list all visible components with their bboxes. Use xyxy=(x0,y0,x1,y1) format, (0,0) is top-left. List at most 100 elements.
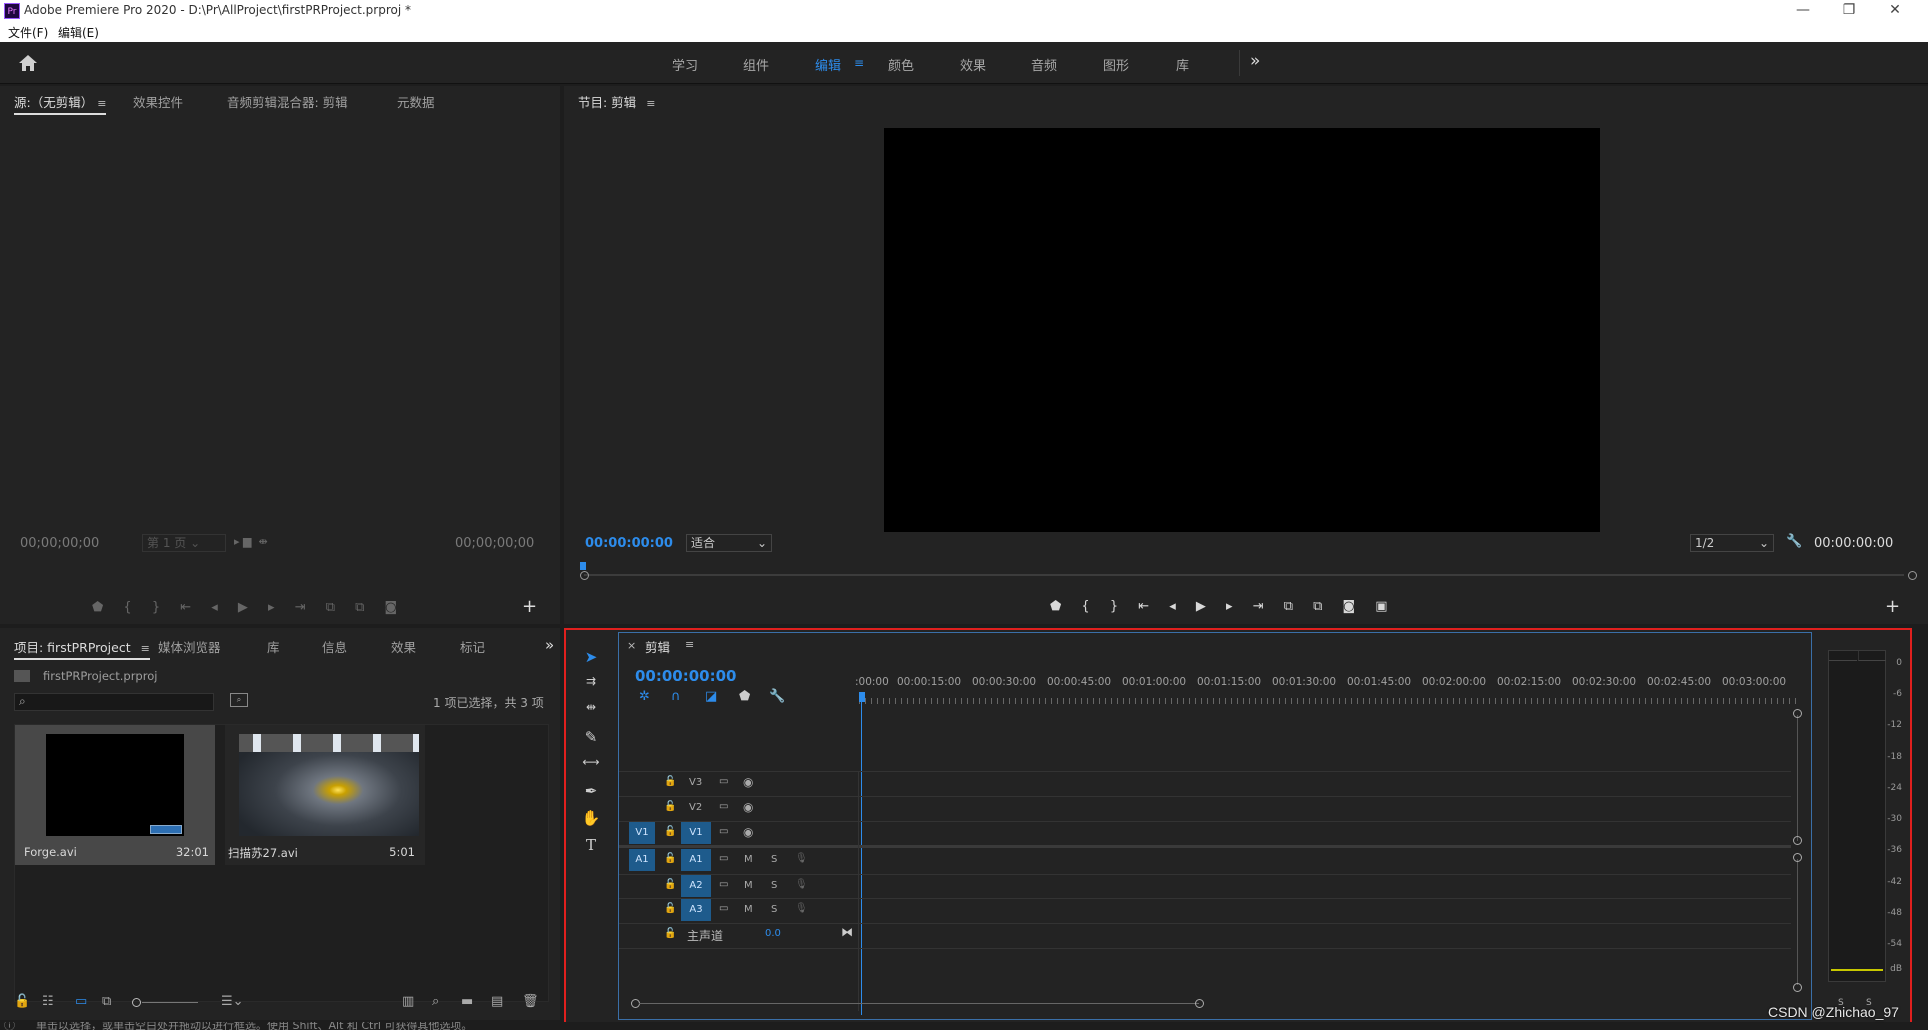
solo-button[interactable]: S xyxy=(771,880,777,891)
sync-lock-icon[interactable]: ▭ xyxy=(719,826,728,837)
program-transport-controls[interactable]: ⬟ { } ⇤ ◂ ▶ ▸ ⇥ ⧉ ⧉ ◙ ▣ xyxy=(1050,599,1470,614)
nest-toggle-icon[interactable]: ✲ xyxy=(639,689,650,704)
workspace-tab-graphics[interactable]: 图形 xyxy=(1103,55,1129,74)
track-label[interactable]: V2 xyxy=(689,802,702,813)
track-label[interactable]: A3 xyxy=(681,899,711,921)
home-icon[interactable] xyxy=(16,52,40,74)
linked-selection-icon[interactable]: ◪ xyxy=(705,689,717,704)
track-label[interactable]: V1 xyxy=(681,822,711,844)
minimize-button[interactable]: — xyxy=(1780,0,1826,22)
more-tabs-icon[interactable]: » xyxy=(545,636,554,654)
automate-sequence-icon[interactable]: ▥ xyxy=(402,994,414,1009)
trash-icon[interactable]: 🗑 xyxy=(522,994,539,1009)
source-timecode[interactable]: 00;00;00;00 xyxy=(20,536,99,551)
lock-track-icon[interactable]: 🔓 xyxy=(664,903,676,914)
track-label[interactable]: V3 xyxy=(689,777,702,788)
time-ruler[interactable]: :00:00 00:00:15:00 00:00:30:00 00:00:45:… xyxy=(855,676,1799,706)
workspace-tab-library[interactable]: 库 xyxy=(1176,55,1189,74)
program-add-button[interactable]: + xyxy=(1885,596,1900,617)
workspace-tab-assembly[interactable]: 组件 xyxy=(743,55,769,74)
zoom-slider[interactable] xyxy=(132,996,200,1010)
close-window-button[interactable]: ✕ xyxy=(1872,0,1918,22)
tab-libraries[interactable]: 库 xyxy=(267,637,280,656)
find-icon[interactable]: ⌕ xyxy=(432,994,439,1009)
mute-button[interactable]: M xyxy=(744,880,753,891)
video-vertical-scrollbar[interactable] xyxy=(1793,709,1803,849)
tab-markers[interactable]: 标记 xyxy=(460,637,485,656)
workspace-tab-color[interactable]: 颜色 xyxy=(888,55,914,74)
tab-info[interactable]: 信息 xyxy=(322,637,347,656)
master-volume-value[interactable]: 0.0 xyxy=(765,928,781,939)
mute-button[interactable]: M xyxy=(744,904,753,915)
wrench-icon[interactable]: 🔧 xyxy=(1786,534,1802,549)
program-scrubber[interactable] xyxy=(580,562,1920,580)
mute-button[interactable]: M xyxy=(744,854,753,865)
more-workspaces-icon[interactable]: » xyxy=(1250,51,1260,71)
tab-source[interactable]: 源:（无剪辑） ≡ xyxy=(14,92,107,115)
lock-track-icon[interactable]: 🔓 xyxy=(664,879,676,890)
sync-lock-icon[interactable]: ▭ xyxy=(719,801,728,812)
workspace-tab-audio[interactable]: 音频 xyxy=(1031,55,1057,74)
playhead-marker[interactable] xyxy=(580,562,586,570)
menu-edit[interactable]: 编辑(E) xyxy=(58,24,99,41)
eye-icon[interactable]: ◉ xyxy=(743,775,753,789)
tab-metadata[interactable]: 元数据 xyxy=(397,92,435,111)
tab-effects[interactable]: 效果 xyxy=(391,637,416,656)
hand-tool-icon[interactable]: ✋ xyxy=(576,809,606,827)
lock-track-icon[interactable]: 🔓 xyxy=(664,826,676,837)
new-item-icon[interactable]: ▤ xyxy=(491,994,503,1009)
snap-icon[interactable]: ∩ xyxy=(671,689,681,704)
slip-tool-icon[interactable]: ⟷ xyxy=(576,755,606,769)
sync-lock-icon[interactable]: ▭ xyxy=(719,903,728,914)
mic-icon[interactable]: 🎙 xyxy=(795,879,808,890)
mic-icon[interactable]: 🎙 xyxy=(795,853,808,864)
master-clip-icon[interactable]: ⧓ xyxy=(841,925,853,939)
sync-lock-icon[interactable]: ▭ xyxy=(719,776,728,787)
selection-tool-icon[interactable]: ➤ xyxy=(576,648,606,666)
workspace-tab-editing[interactable]: 编辑 xyxy=(815,55,841,74)
track-select-tool-icon[interactable]: ⇉ xyxy=(576,674,606,688)
eye-icon[interactable]: ◉ xyxy=(743,800,753,814)
tab-media-browser[interactable]: 媒体浏览器 xyxy=(158,637,221,656)
eye-icon[interactable]: ◉ xyxy=(743,825,753,839)
menu-file[interactable]: 文件(F) xyxy=(8,24,48,41)
sequence-timecode[interactable]: 00:00:00:00 xyxy=(635,667,737,685)
pen-tool-icon[interactable]: ✒ xyxy=(576,782,606,800)
close-sequence-icon[interactable]: × xyxy=(627,639,636,652)
source-patch-a1[interactable]: A1 xyxy=(629,849,655,871)
lock-track-icon[interactable]: 🔓 xyxy=(664,801,676,812)
track-label[interactable]: A2 xyxy=(681,875,711,897)
in-handle[interactable] xyxy=(580,571,589,580)
program-monitor-display[interactable] xyxy=(884,128,1600,532)
type-tool-icon[interactable]: T xyxy=(576,836,606,854)
source-transport-controls[interactable]: ⬟ { } ⇤ ◂ ▶ ▸ ⇥ ⧉ ⧉ ◙ xyxy=(92,600,482,615)
playhead-handle[interactable] xyxy=(859,692,865,702)
project-item[interactable]: 扫描苏27.avi 5:01 xyxy=(225,725,425,865)
tab-audio-clip-mixer[interactable]: 音频剪辑混合器: 剪辑 xyxy=(227,92,348,111)
sort-icon[interactable]: ☰⌄ xyxy=(221,994,244,1009)
source-patch-v1[interactable]: V1 xyxy=(629,822,655,844)
audio-vertical-scrollbar[interactable] xyxy=(1793,853,1803,993)
workspace-tab-learn[interactable]: 学习 xyxy=(672,55,698,74)
track-label[interactable]: A1 xyxy=(681,849,711,871)
new-search-bin-icon[interactable]: ⌕ xyxy=(230,693,248,707)
freeform-view-icon[interactable]: ⧉ xyxy=(102,994,111,1009)
list-view-icon[interactable]: ☷ xyxy=(42,994,54,1009)
solo-button[interactable]: S xyxy=(771,854,777,865)
lock-track-icon[interactable]: 🔓 xyxy=(664,853,676,864)
tab-effect-controls[interactable]: 效果控件 xyxy=(133,92,183,111)
project-item[interactable]: Forge.avi 32:01 xyxy=(15,725,215,865)
new-bin-icon[interactable]: ▬ xyxy=(461,994,473,1009)
razor-tool-icon[interactable]: ✎ xyxy=(576,728,606,746)
resolution-select[interactable]: 1/2 ⌄ xyxy=(1690,534,1774,552)
tab-project[interactable]: 项目: firstPRProject ≡ xyxy=(14,637,150,660)
icon-view-icon[interactable]: ▭ xyxy=(75,994,87,1009)
workspace-tab-effects[interactable]: 效果 xyxy=(960,55,986,74)
source-add-button[interactable]: + xyxy=(522,596,537,617)
mic-icon[interactable]: 🎙 xyxy=(795,903,808,914)
out-handle[interactable] xyxy=(1908,571,1917,580)
lock-track-icon[interactable]: 🔓 xyxy=(664,928,676,939)
workspace-menu-icon[interactable]: ≡ xyxy=(854,56,864,70)
timeline-horizontal-scrollbar[interactable] xyxy=(631,999,1801,1011)
project-search-input[interactable]: ⌕ xyxy=(14,693,214,711)
